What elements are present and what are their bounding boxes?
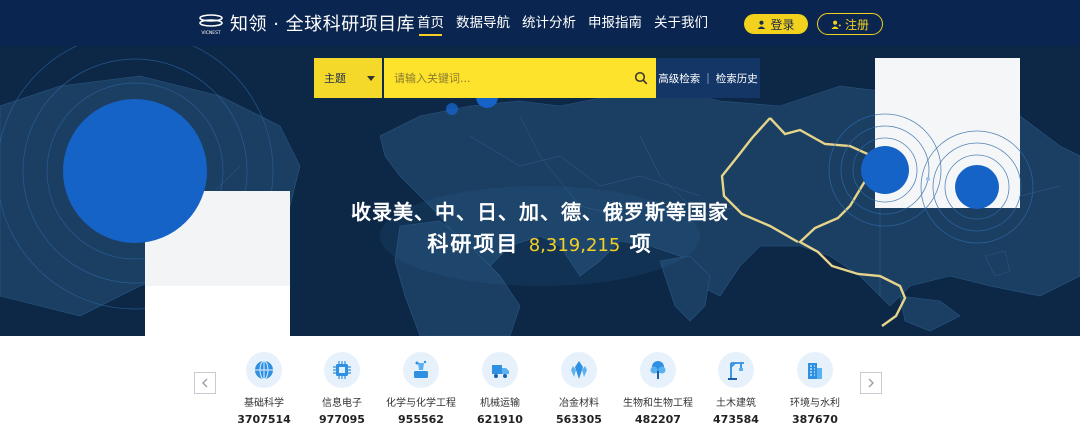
search-field-select[interactable]: 主题 bbox=[314, 58, 384, 98]
site-title: 知领 · 全球科研项目库 bbox=[230, 14, 416, 35]
category-count: 955562 bbox=[398, 413, 444, 426]
category-name: 信息电子 bbox=[322, 398, 362, 409]
top-nav: VICNEST 知领 · 全球科研项目库 首页 数据导航 统计分析 申报指南 关… bbox=[0, 0, 1080, 47]
hero-prefix: 科研项目 bbox=[427, 232, 520, 256]
crystal-icon bbox=[561, 352, 597, 388]
globe-icon bbox=[246, 352, 282, 388]
category-electronics[interactable]: 信息电子 977095 bbox=[303, 352, 381, 426]
crane-icon bbox=[718, 352, 754, 388]
nav-home[interactable]: 首页 bbox=[411, 0, 450, 46]
nav-about[interactable]: 关于我们 bbox=[648, 0, 714, 46]
category-name: 土木建筑 bbox=[716, 398, 756, 409]
category-count: 473584 bbox=[713, 413, 759, 426]
chevron-left-icon bbox=[202, 378, 208, 388]
category-chemistry[interactable]: 化学与化学工程 955562 bbox=[382, 352, 460, 426]
chevron-down-icon bbox=[367, 76, 375, 81]
category-name: 冶金材料 bbox=[559, 398, 599, 409]
hero-headline: 收录美、中、日、加、德、俄罗斯等国家 bbox=[351, 200, 729, 224]
logo-mark-icon: VICNEST bbox=[199, 14, 223, 36]
hero-subheadline: 科研项目 8,319,215 项 bbox=[0, 228, 1080, 258]
search-links: 高级检索 | 检索历史 bbox=[656, 58, 760, 98]
prev-arrow-button[interactable] bbox=[194, 372, 216, 394]
nav-data[interactable]: 数据导航 bbox=[450, 0, 516, 46]
category-biology[interactable]: 生物和生物工程 482207 bbox=[619, 352, 697, 426]
chevron-right-icon bbox=[868, 378, 874, 388]
project-count: 8,319,215 bbox=[528, 235, 621, 256]
category-count: 563305 bbox=[556, 413, 602, 426]
category-strip: 基础科学 3707514 信息电子 977095 化学与化学工程 955562 … bbox=[0, 336, 1080, 442]
login-button[interactable]: 登录 bbox=[744, 14, 808, 34]
building-icon bbox=[797, 352, 833, 388]
category-name: 生物和生物工程 bbox=[623, 398, 693, 409]
register-button[interactable]: 注册 bbox=[817, 13, 883, 35]
search-select-label: 主题 bbox=[324, 72, 346, 85]
category-count: 482207 bbox=[635, 413, 681, 426]
add-user-icon bbox=[831, 20, 841, 29]
next-arrow-button[interactable] bbox=[860, 372, 882, 394]
hero-banner: 主题 高级检索 | 检索历史 收录美、中、日、加、德、俄罗斯等国家 科研项目 8… bbox=[0, 46, 1080, 336]
site-logo[interactable]: VICNEST 知领 · 全球科研项目库 bbox=[198, 9, 415, 37]
flask-icon bbox=[403, 352, 439, 388]
search-input-wrap bbox=[384, 58, 656, 98]
category-mechanical[interactable]: 机械运输 621910 bbox=[461, 352, 539, 426]
nav-stats[interactable]: 统计分析 bbox=[516, 0, 582, 46]
category-civil-engineering[interactable]: 土木建筑 473584 bbox=[697, 352, 775, 426]
category-count: 621910 bbox=[477, 413, 523, 426]
category-name: 机械运输 bbox=[480, 398, 520, 409]
chip-icon bbox=[324, 352, 360, 388]
register-label: 注册 bbox=[844, 17, 869, 32]
logo-mark-text: VICNEST bbox=[201, 30, 221, 36]
search-bar: 主题 高级检索 | 检索历史 bbox=[314, 58, 760, 98]
category-count: 387670 bbox=[792, 413, 838, 426]
search-input[interactable] bbox=[384, 58, 656, 98]
advanced-search-link[interactable]: 高级检索 bbox=[658, 71, 700, 86]
category-basic-science[interactable]: 基础科学 3707514 bbox=[225, 352, 303, 426]
hero-suffix: 项 bbox=[629, 232, 653, 256]
search-icon[interactable] bbox=[634, 71, 648, 85]
login-label: 登录 bbox=[770, 17, 795, 32]
truck-icon bbox=[482, 352, 518, 388]
search-history-link[interactable]: 检索历史 bbox=[716, 71, 758, 86]
category-count: 977095 bbox=[319, 413, 365, 426]
category-environment[interactable]: 环境与水利 387670 bbox=[776, 352, 854, 426]
category-count: 3707514 bbox=[237, 413, 291, 426]
search-links-separator: | bbox=[706, 72, 710, 84]
user-icon bbox=[758, 20, 766, 29]
main-nav: 首页 数据导航 统计分析 申报指南 关于我们 bbox=[411, 0, 714, 46]
nav-guide[interactable]: 申报指南 bbox=[582, 0, 648, 46]
category-name: 化学与化学工程 bbox=[386, 398, 456, 409]
category-name: 基础科学 bbox=[244, 398, 284, 409]
category-name: 环境与水利 bbox=[790, 398, 840, 409]
tree-icon bbox=[640, 352, 676, 388]
category-metallurgy[interactable]: 冶金材料 563305 bbox=[540, 352, 618, 426]
